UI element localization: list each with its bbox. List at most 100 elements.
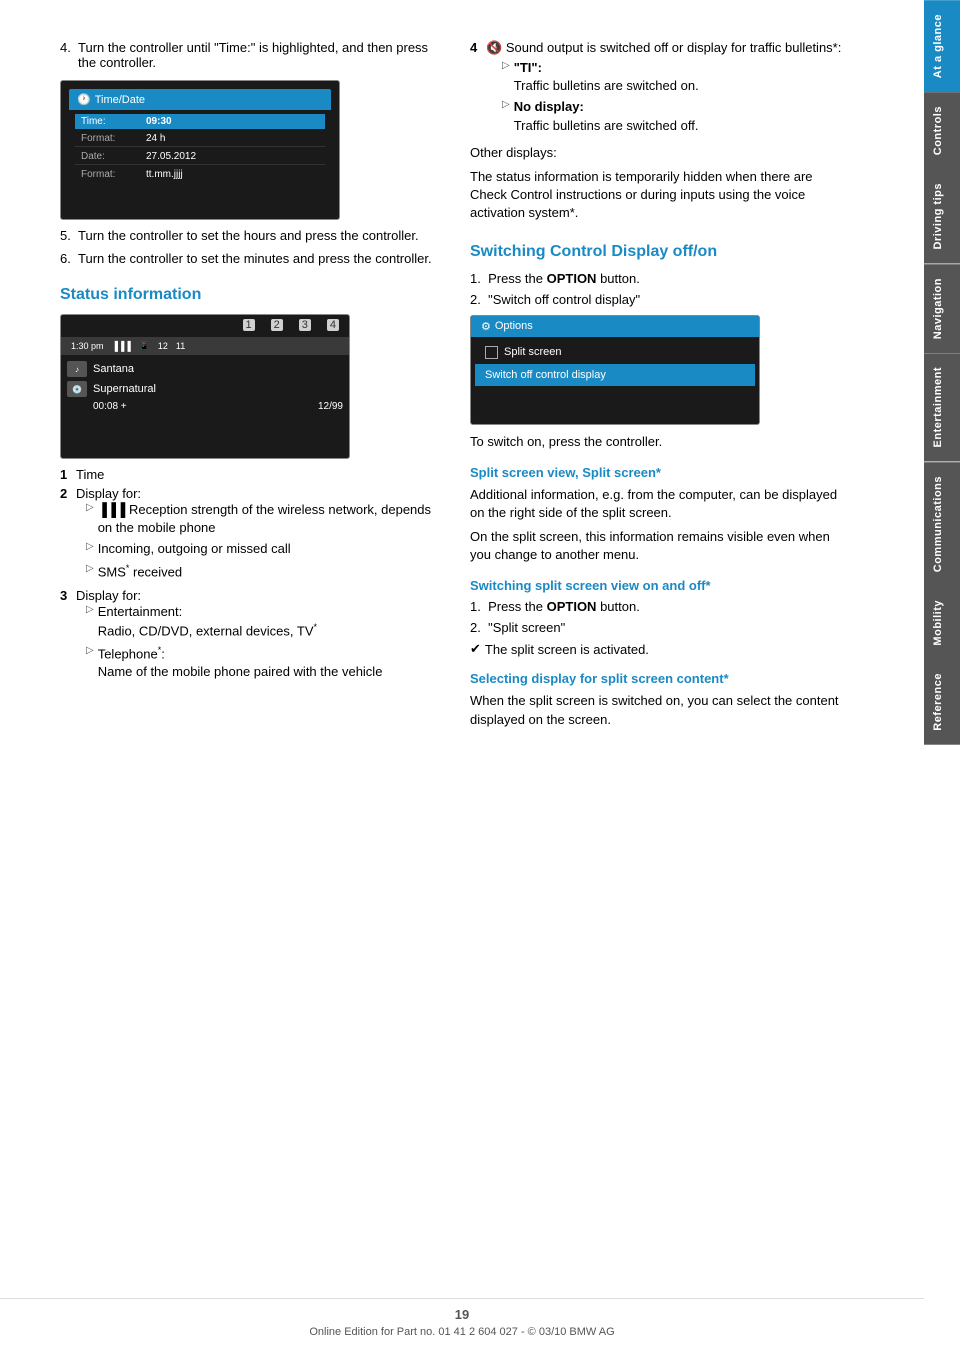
bullet-2-2: ▷ Incoming, outgoing or missed call [76, 540, 440, 558]
other-displays-title: Other displays: [470, 144, 850, 162]
page-number: 19 [0, 1307, 924, 1322]
switch-step1-post: button. [596, 271, 639, 286]
legend-item-3: 3 Display for: ▷ Entertainment: Radio, C… [60, 588, 440, 684]
right-item4-content: 🔇 Sound output is switched off or displa… [486, 40, 841, 138]
row-label-time: Time: [81, 116, 146, 127]
right-item4: 4 🔇 Sound output is switched off or disp… [470, 40, 850, 138]
arrow-icon-2-3: ▷ [86, 563, 94, 574]
legend-item-2: 2 Display for: ▷ ▐▐▐ Reception strength … [60, 486, 440, 584]
footer-text: Online Edition for Part no. 01 41 2 604 … [0, 1326, 924, 1338]
bullet-2-3: ▷ SMS* received [76, 562, 440, 582]
split-screen-text2: On the split screen, this information re… [470, 528, 850, 564]
legend-detail-2: Display for: ▷ ▐▐▐ Reception strength of… [76, 486, 440, 584]
switch-step1-pre: Press the [488, 271, 547, 286]
switch-step2-text: "Switch off control display" [488, 292, 640, 307]
legend-item-1: 1 Time [60, 467, 440, 482]
speaker-mute-icon: 🔇 [486, 40, 502, 55]
time-date-screen: 🕐 Time/Date Time: 09:30 Format: 24 h Dat… [60, 80, 340, 220]
bullet-3-1-text: Radio, CD/DVD, external devices, TV* [98, 621, 317, 641]
sidebar-item-at-glance[interactable]: At a glance [924, 0, 960, 92]
selecting-display-title: Selecting display for split screen conte… [470, 671, 850, 686]
split-screen-label: Split screen [504, 346, 561, 358]
legend-num-2: 2 [60, 486, 76, 584]
split-activated: ✔ The split screen is activated. [470, 641, 850, 657]
options-header: ⚙ Options [471, 316, 759, 337]
split-step1: 1. Press the OPTION button. [470, 599, 850, 614]
row-value-format2: tt.mm.jjjj [146, 169, 183, 180]
switch-off-label: Switch off control display [485, 369, 606, 381]
item4-bullet2-content: No display: Traffic bulletins are switch… [514, 98, 699, 134]
sidebar-item-navigation[interactable]: Navigation [924, 264, 960, 353]
row-value-date: 27.05.2012 [146, 151, 196, 162]
options-icon: ⚙ [481, 320, 491, 333]
num-label-3: 3 [299, 319, 311, 331]
bullet-2-2-text: Incoming, outgoing or missed call [98, 540, 291, 558]
step4-text: Turn the controller until "Time:" is hig… [78, 40, 436, 70]
switching-control-title: Switching Control Display off/on [470, 243, 850, 261]
split-step2-text: "Split screen" [488, 620, 565, 635]
album-name: Supernatural [93, 383, 156, 395]
item4-no-display-label: No display: [514, 99, 584, 114]
track-time: 00:08 + [93, 401, 127, 412]
options-switch-off: Switch off control display [475, 364, 755, 386]
options-screen: ⚙ Options Split screen Switch off contro… [470, 315, 760, 425]
split-step2: 2. "Split screen" [470, 620, 850, 635]
sidebar-item-controls[interactable]: Controls [924, 92, 960, 169]
item4-bullet-1: ▷ "TI": Traffic bulletins are switched o… [486, 59, 841, 95]
screen-row-date: Date: 27.05.2012 [75, 149, 325, 165]
phone-icon: 📱 [139, 341, 150, 352]
bullet-3-1-label: Entertainment: [98, 603, 317, 621]
option-button-label: OPTION [547, 271, 597, 286]
screen-title: Time/Date [95, 94, 145, 106]
switch-on-text: To switch on, press the controller. [470, 433, 850, 451]
cd-icon: 💿 [67, 381, 87, 397]
arrow-icon-4-2: ▷ [502, 99, 510, 110]
selecting-display-text: When the split screen is switched on, yo… [470, 692, 850, 728]
right-num-4: 4 [470, 40, 486, 55]
sidebar-item-driving[interactable]: Driving tips [924, 169, 960, 264]
sidebar-item-mobility[interactable]: Mobility [924, 586, 960, 660]
arrow-icon-2-2: ▷ [86, 541, 94, 552]
legend-container: 1 Time 2 Display for: ▷ ▐▐▐ Reception st… [60, 467, 440, 684]
screen-row-time: Time: 09:30 [75, 114, 325, 129]
screen-header: 🕐 Time/Date [69, 89, 331, 110]
row-label-format2: Format: [81, 169, 146, 180]
screen-body: Time: 09:30 Format: 24 h Date: 27.05.201… [69, 110, 331, 186]
page-container: 4. Turn the controller until "Time:" is … [0, 0, 960, 1358]
num-label-2: 2 [271, 319, 283, 331]
bullet-3-2: ▷ Telephone*: Name of the mobile phone p… [76, 644, 382, 682]
item4-bullet-2: ▷ No display: Traffic bulletins are swit… [486, 98, 841, 134]
row-label-format1: Format: [81, 133, 146, 144]
sidebar-item-communications[interactable]: Communications [924, 462, 960, 586]
left-column: 4. Turn the controller until "Time:" is … [60, 40, 440, 1298]
status-screen: 1 2 3 4 1:30 pm ▐▐▐ 📱 12 11 ♪ [60, 314, 350, 459]
options-body: Split screen Switch off control display [471, 337, 759, 390]
split-activated-text: The split screen is activated. [485, 642, 649, 657]
sidebar-item-reference[interactable]: Reference [924, 659, 960, 745]
clock-icon: 🕐 [77, 93, 91, 106]
status-row-2: 💿 Supernatural [67, 381, 343, 397]
switching-control-step1: 1. Press the OPTION button. [470, 271, 850, 286]
item4-text: Sound output is switched off or display … [506, 40, 842, 55]
sidebar-item-entertainment[interactable]: Entertainment [924, 353, 960, 461]
step5-text: Turn the controller to set the hours and… [78, 228, 436, 243]
num-label-1: 1 [243, 319, 255, 331]
bullet-2-1-text: ▐▐▐ Reception strength of the wireless n… [98, 501, 440, 537]
status-row-1: ♪ Santana [67, 361, 343, 377]
page-footer: 19 Online Edition for Part no. 01 41 2 6… [0, 1298, 924, 1338]
track-name: Santana [93, 363, 134, 375]
arrow-icon-4-1: ▷ [502, 60, 510, 71]
status-bar: 1:30 pm ▐▐▐ 📱 12 11 [61, 337, 349, 355]
arrow-icon-2-1: ▷ [86, 502, 94, 513]
item4-no-display-text: Traffic bulletins are switched off. [514, 118, 699, 133]
bullet-2-3-text: SMS* received [98, 562, 182, 582]
step4-container: 4. Turn the controller until "Time:" is … [60, 40, 440, 70]
split-screen-title: Split screen view, Split screen* [470, 465, 850, 480]
legend-num-3: 3 [60, 588, 76, 684]
arrow-icon-3-1: ▷ [86, 604, 94, 615]
item4-ti-text: Traffic bulletins are switched on. [514, 78, 699, 93]
item4-ti-label: "TI": [514, 60, 542, 75]
split-screen-checkbox [485, 346, 498, 359]
status-content: ♪ Santana 💿 Supernatural 00:08 + 12/99 [67, 361, 343, 412]
options-title: Options [495, 320, 533, 332]
